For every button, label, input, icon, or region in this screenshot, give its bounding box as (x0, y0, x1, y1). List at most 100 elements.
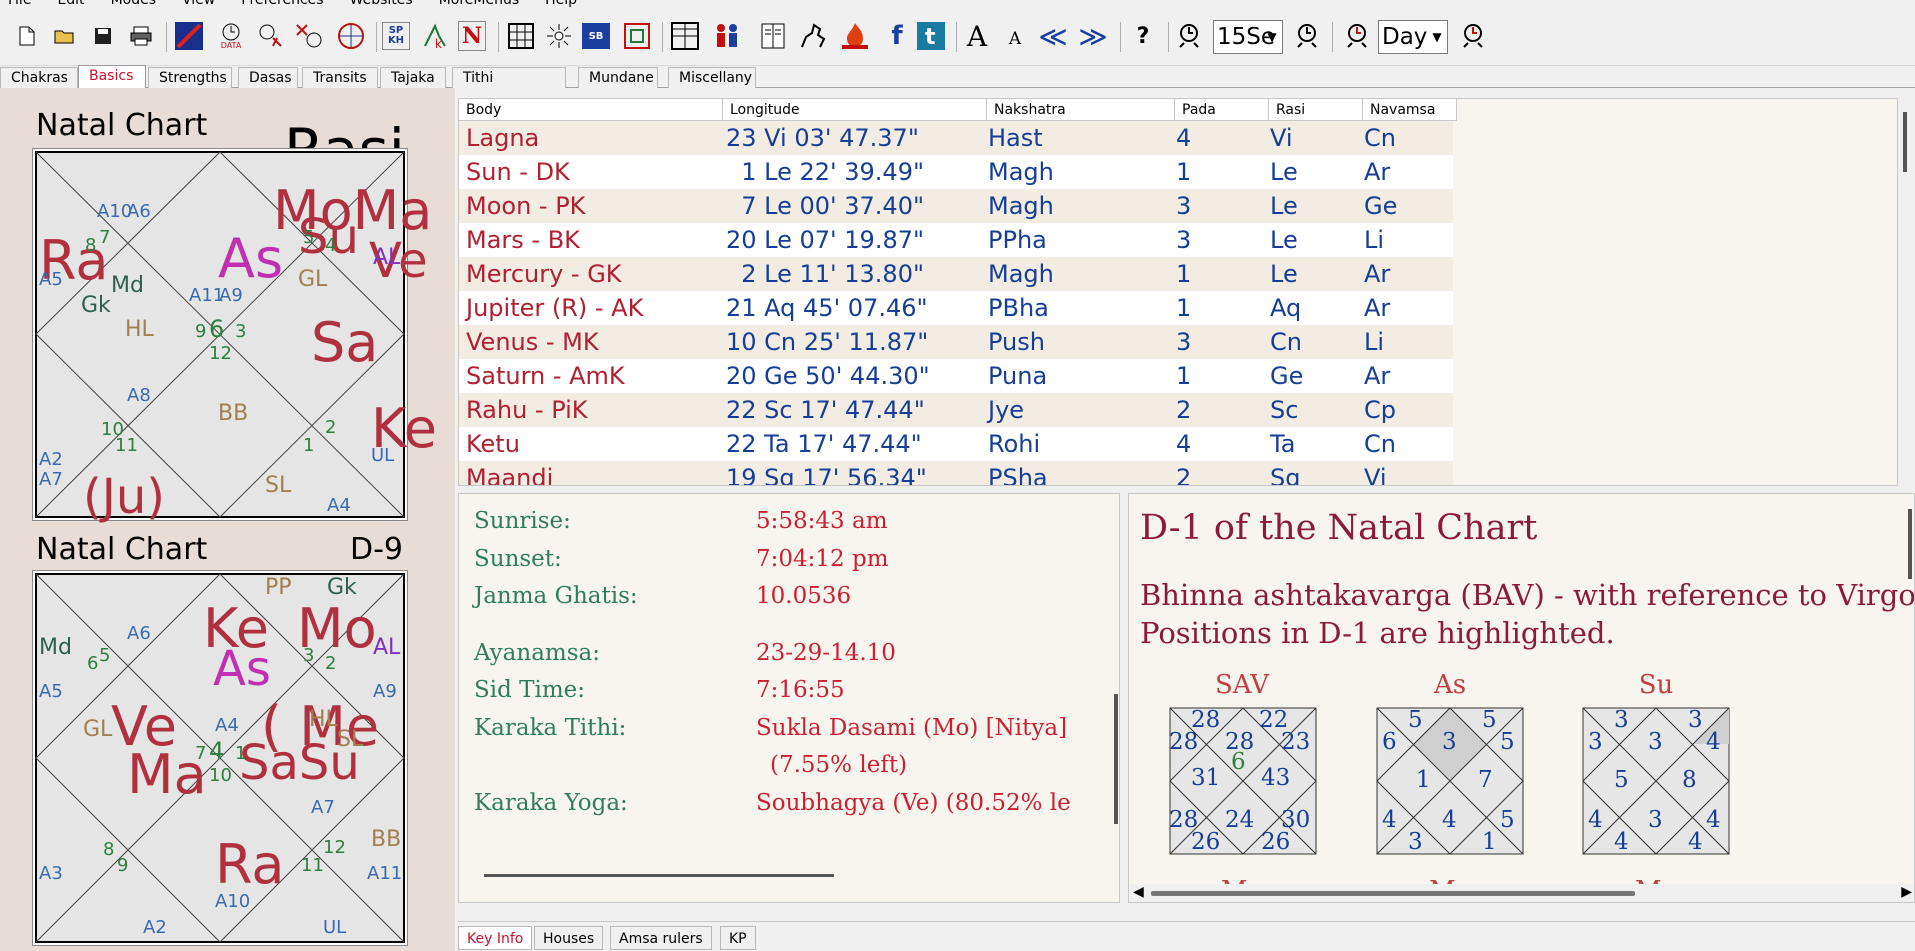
table-row[interactable]: Rahu - PiK 22 Sc 17' 47.44" Jye 2 Sc Cp (459, 393, 1453, 427)
col-nakshatra[interactable]: Nakshatra (987, 99, 1175, 121)
wheel-icon[interactable] (334, 19, 368, 53)
as-value: 5 (1408, 707, 1423, 733)
open-icon[interactable] (48, 19, 82, 53)
nav-a4: A4 (215, 715, 239, 736)
col-body[interactable]: Body (459, 99, 723, 121)
table-row[interactable]: Ketu 22 Ta 17' 47.44" Rohi 4 Ta Cn (459, 427, 1453, 461)
menu-preferences[interactable]: Preferences (241, 0, 323, 8)
people-icon[interactable] (710, 19, 744, 53)
tab-chakras[interactable]: Chakras (0, 67, 78, 88)
col-rasi[interactable]: Rasi (1269, 99, 1363, 121)
table-cell: Ar (1364, 362, 1391, 390)
sb-icon[interactable]: SB (582, 23, 610, 49)
tab-miscellany[interactable]: Miscellany (668, 67, 756, 88)
info-vscroll[interactable] (1908, 509, 1912, 579)
tab-tajaka[interactable]: Tajaka (380, 67, 446, 88)
as-chart[interactable]: 556351744531 (1376, 707, 1526, 857)
scroll-right-icon[interactable]: ▶ (1901, 884, 1912, 900)
twitter-icon[interactable]: t (914, 19, 948, 53)
table-row[interactable]: Mars - BK 20 Le 07' 19.87" PPha 3 Le Li (459, 223, 1453, 257)
keyinfo-hscroll[interactable] (484, 874, 834, 877)
save-icon[interactable] (86, 19, 120, 53)
next-icon[interactable]: ≫ (1076, 19, 1110, 53)
table-cell: Venus - MK (466, 328, 599, 356)
table-row[interactable]: Jupiter (R) - AK 21 Aq 45' 07.46" PBha 1 Aq A… (459, 291, 1453, 325)
table-row[interactable]: Maandi 19 Sg 17' 56.34" PSha 2 Sg Vi (459, 461, 1453, 485)
tab-key-info[interactable]: Key Info (458, 926, 533, 950)
planet-table[interactable]: Body Longitude Nakshatra Pada Rasi Navam… (458, 98, 1898, 486)
table-row[interactable]: Lagna 23 Vi 03' 47.37" Hast 4 Vi Cn (459, 121, 1453, 155)
transit-icon[interactable] (254, 19, 288, 53)
table-row[interactable]: Venus - MK 10 Cn 25' 11.87" Push 3 Cn Li (459, 325, 1453, 359)
timestep-select[interactable]: 15Se ▼ (1213, 20, 1283, 54)
rasi-a4: A4 (327, 495, 351, 516)
frame-icon[interactable] (620, 19, 654, 53)
table-cell: Mars - BK (466, 226, 580, 254)
new-icon[interactable] (10, 19, 44, 53)
tab-strengths[interactable]: Strengths (148, 67, 232, 88)
nav-house-6: 6 (87, 653, 99, 674)
nakshatra-icon[interactable]: k (418, 19, 452, 53)
tab-mundane[interactable]: Mundane (578, 67, 658, 88)
tab-kp[interactable]: KP (720, 926, 756, 950)
font-larger-icon[interactable]: A (960, 19, 994, 53)
info-hscroll[interactable]: ◀ ▶ (1129, 884, 1914, 902)
tab-amsa-rulers[interactable]: Amsa rulers (610, 926, 712, 950)
tab-dasas[interactable]: Dasas (238, 67, 298, 88)
menu-view[interactable]: View (182, 0, 215, 8)
col-navamsa[interactable]: Navamsa (1363, 99, 1457, 121)
n-icon[interactable]: N (458, 21, 486, 51)
table-header: Body Longitude Nakshatra Pada Rasi Navam… (459, 99, 1457, 121)
data-icon[interactable]: DATA (214, 19, 248, 53)
table-icon[interactable] (668, 19, 702, 53)
font-smaller-icon[interactable]: A (998, 19, 1032, 53)
edit-chart-icon[interactable] (172, 19, 206, 53)
sun-icon[interactable] (542, 19, 576, 53)
table-row[interactable]: Moon - PK 7 Le 00' 37.40" Magh 3 Le Ge (459, 189, 1453, 223)
menu-help[interactable]: Help (545, 0, 577, 8)
print-icon[interactable] (124, 19, 158, 53)
su-chart[interactable]: 333345843444 (1582, 707, 1732, 857)
fire-icon[interactable] (838, 19, 872, 53)
col-pada[interactable]: Pada (1175, 99, 1269, 121)
facebook-icon[interactable]: f (880, 19, 914, 53)
menu-edit[interactable]: Edit (57, 0, 84, 8)
spkh-icon[interactable]: SP KH (382, 22, 410, 50)
compare-icon[interactable] (292, 19, 326, 53)
table-cell: Moon - PK (466, 192, 586, 220)
step-back-icon[interactable] (1172, 19, 1206, 53)
table-row[interactable]: Saturn - AmK 20 Ge 50' 44.30" Puna 1 Ge Ar (459, 359, 1453, 393)
menu-websites[interactable]: Websites (350, 0, 413, 8)
as-value: 1 (1416, 767, 1431, 793)
as-value: 3 (1442, 729, 1457, 755)
help-icon[interactable]: ? (1126, 19, 1160, 53)
as-value: 7 (1478, 767, 1493, 793)
period-back-icon[interactable] (1340, 19, 1374, 53)
navamsa-chart[interactable]: Md A6 A5 GL Ve Ma Ke As Mo PP Gk AL A9 (… (32, 570, 408, 946)
menu-moremenus[interactable]: MoreMenus (439, 0, 519, 8)
book-icon[interactable] (756, 19, 790, 53)
tab-transits[interactable]: Transits (302, 67, 378, 88)
period-select[interactable]: Day ▼ (1378, 20, 1448, 54)
step-forward-icon[interactable] (1290, 19, 1324, 53)
table-scrollbar[interactable] (1898, 98, 1915, 486)
rasi-chart[interactable]: Ra As MoMa Su Ve AL Md Gk HL GL Sa Ke BB… (32, 148, 437, 525)
period-forward-icon[interactable] (1456, 19, 1490, 53)
sav-value: 26 (1261, 829, 1291, 855)
horse-icon[interactable] (796, 19, 830, 53)
sav-chart[interactable]: 28 22 28 28 23 6 31 43 28 24 30 26 26 (1169, 707, 1319, 857)
tab-basics[interactable]: Basics (78, 65, 146, 89)
scroll-left-icon[interactable]: ◀ (1133, 884, 1144, 900)
table-row[interactable]: Sun - DK 1 Le 22' 39.49" Magh 1 Le Ar (459, 155, 1453, 189)
prev-icon[interactable]: ≪ (1036, 19, 1070, 53)
menu-modes[interactable]: Modes (111, 0, 156, 8)
col-longitude[interactable]: Longitude (723, 99, 987, 121)
as-value: 1 (1482, 829, 1497, 855)
tab-tithi-pravesha[interactable]: Tithi Pravesha (452, 67, 566, 107)
nav-house-2: 2 (325, 653, 337, 674)
table-row[interactable]: Mercury - GK 2 Le 11' 13.80" Magh 1 Le Ar (459, 257, 1453, 291)
tab-houses[interactable]: Houses (534, 926, 604, 950)
keyinfo-vscroll[interactable] (1114, 694, 1118, 824)
grid-icon[interactable] (504, 19, 538, 53)
menu-file[interactable]: File (8, 0, 31, 8)
